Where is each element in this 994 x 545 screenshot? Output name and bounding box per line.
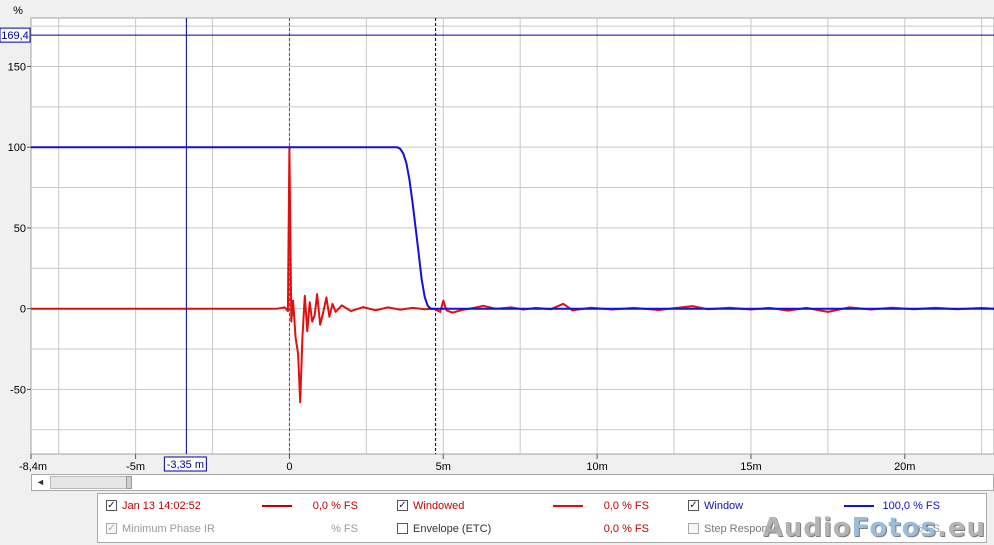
- y-axis-label: %: [13, 5, 23, 17]
- scroll-grip[interactable]: [126, 476, 132, 489]
- x-tick-label: 5m: [436, 461, 451, 473]
- legend-trace-value: 0,0 % FS: [312, 500, 358, 512]
- x-tick-label: 15m: [740, 461, 761, 473]
- checkbox-windowed[interactable]: ✓: [397, 500, 408, 511]
- plot-background: [30, 17, 994, 455]
- checkbox-step[interactable]: [688, 523, 699, 534]
- scroll-thumb[interactable]: [50, 476, 132, 489]
- x-tick-label: 10m: [586, 461, 607, 473]
- checkbox-envelope[interactable]: [397, 523, 408, 534]
- legend-windowed-name: Windowed: [413, 500, 465, 512]
- legend-trace-name: Jan 13 14:02:52: [122, 500, 201, 512]
- x-tick-label: -5m: [126, 461, 145, 473]
- scroll-left-arrow-icon[interactable]: ◄: [34, 477, 47, 488]
- y-tick-label: 50: [14, 223, 26, 235]
- y-tick-label: -50: [10, 384, 26, 396]
- legend-minphase-value: % FS: [331, 523, 358, 535]
- x-tick-label: 0: [286, 461, 292, 473]
- watermark-logo: AudioFotos.eu: [762, 513, 986, 543]
- horizontal-scrollbar[interactable]: ◄: [31, 474, 994, 491]
- checkbox-window[interactable]: ✓: [688, 500, 699, 511]
- legend-window-name: Window: [704, 500, 744, 512]
- legend-minphase-name: Minimum Phase IR: [122, 523, 215, 535]
- legend-envelope-name: Envelope (ETC): [413, 523, 492, 535]
- checkbox-trace[interactable]: ✓: [106, 500, 117, 511]
- impulse-response-chart: 169,4 -3,35 m -8,4m -5m 0 5m 10m 15m 20m 150 100 5…: [0, 5, 994, 473]
- legend-envelope-value: 0,0 % FS: [603, 523, 649, 535]
- cursor-x-readout: -3,35 m: [167, 459, 204, 471]
- cursor-y-readout: 169,4: [1, 30, 29, 42]
- x-tick-label: 20m: [894, 461, 915, 473]
- x-tick-label: -8,4m: [19, 461, 47, 473]
- legend-windowed-value: 0,0 % FS: [603, 500, 649, 512]
- y-tick-label: 0: [20, 304, 26, 316]
- y-tick-label: 100: [8, 142, 26, 154]
- y-tick-label: 150: [8, 61, 26, 73]
- checkbox-minphase[interactable]: ✓: [106, 523, 117, 534]
